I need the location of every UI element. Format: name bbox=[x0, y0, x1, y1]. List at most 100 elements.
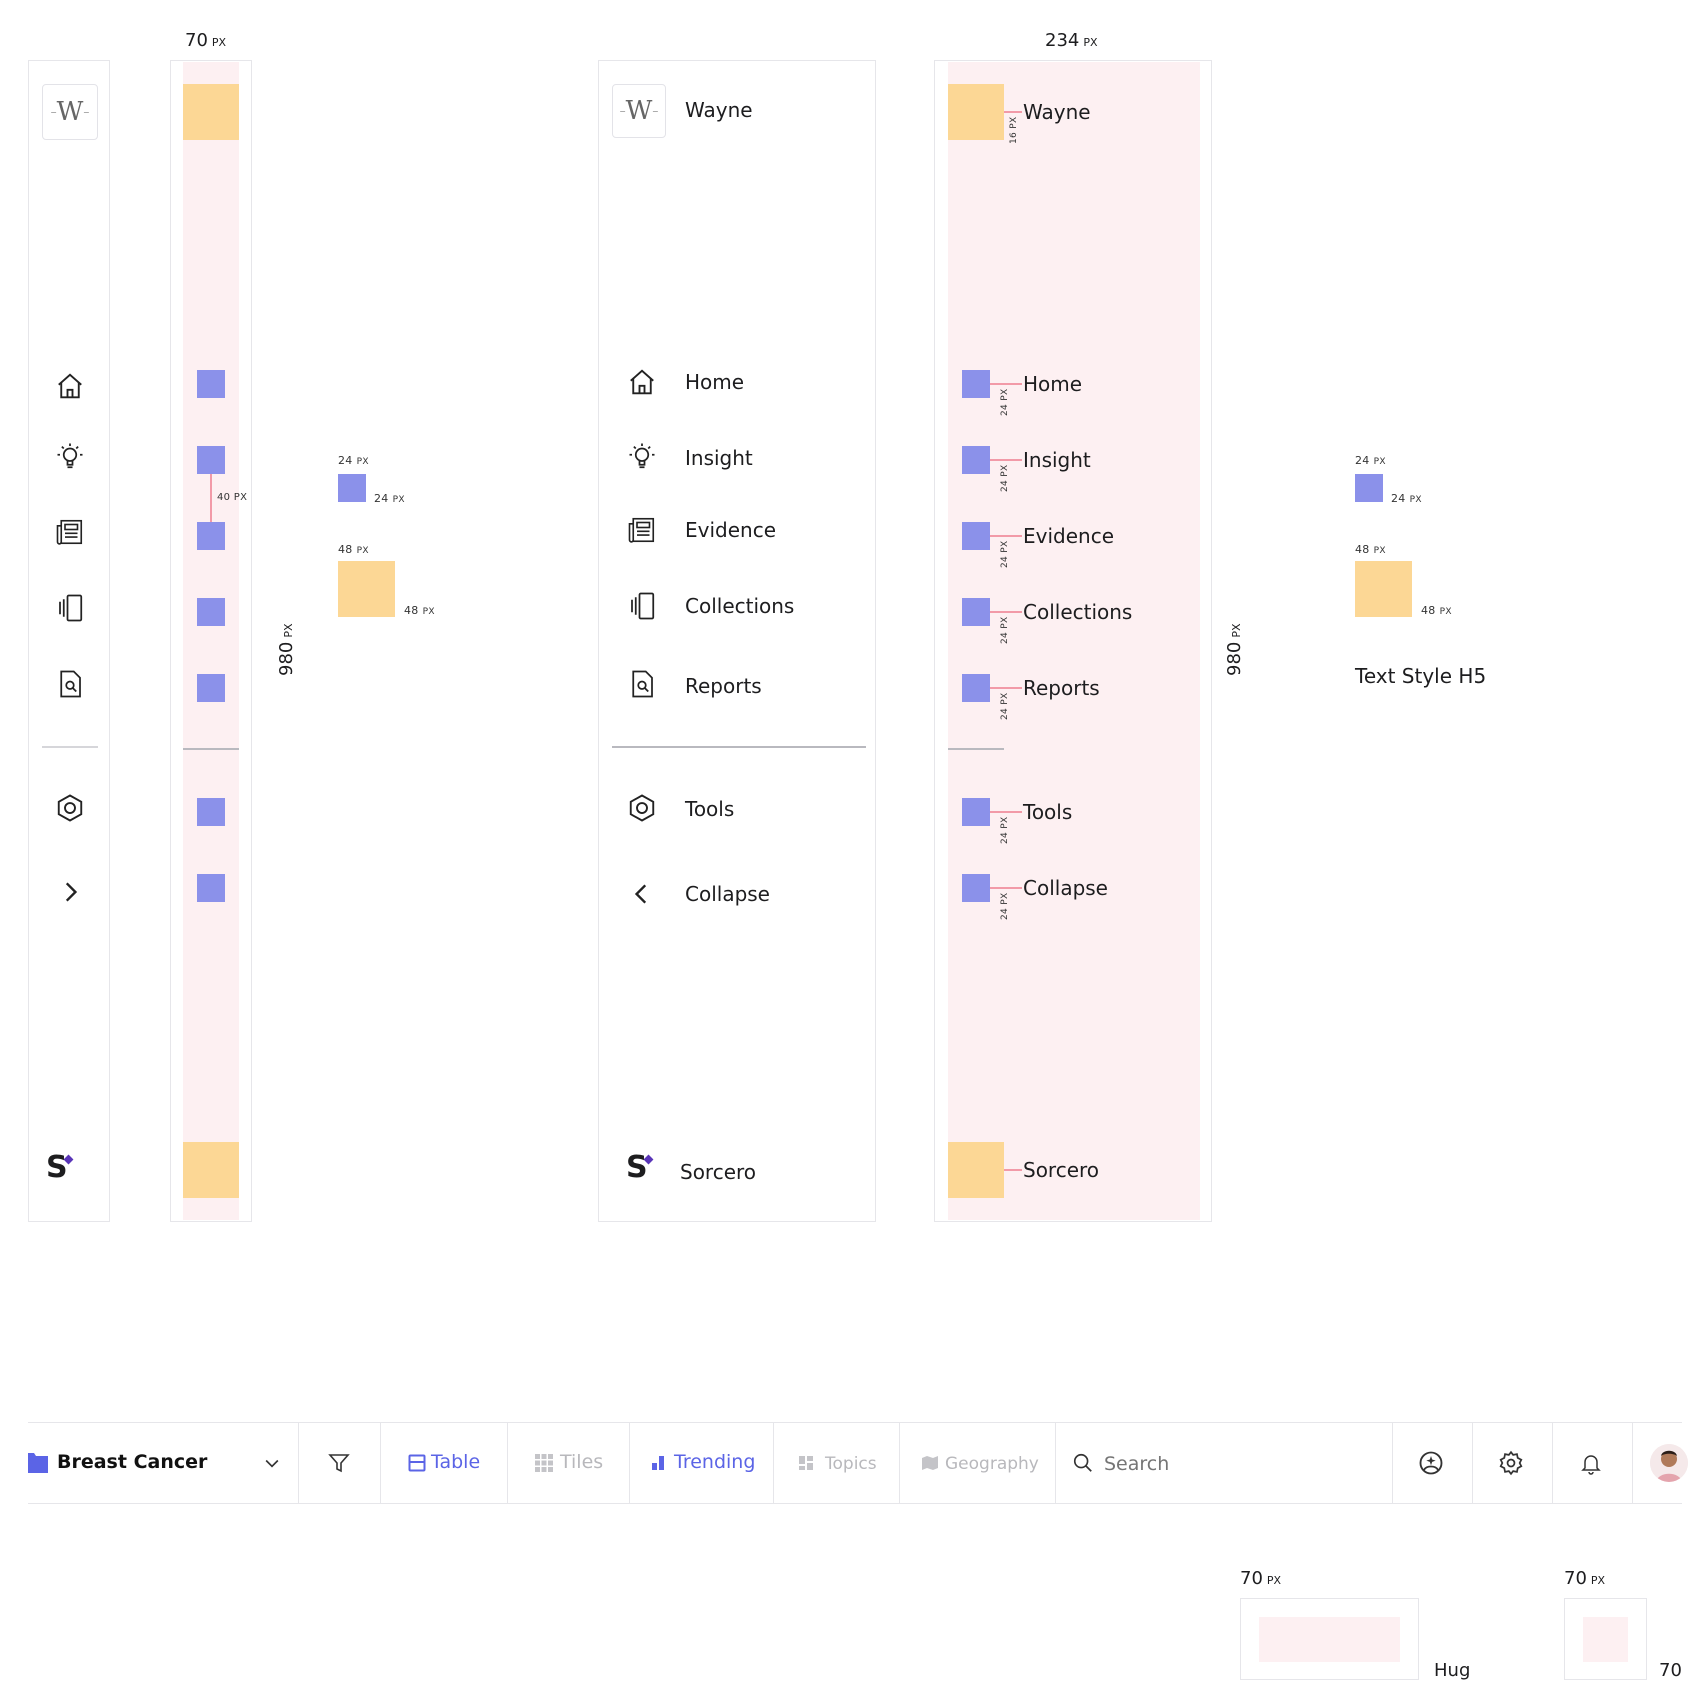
hug-label: Hug bbox=[1434, 1660, 1471, 1681]
nav-item-collections[interactable]: Collections bbox=[685, 594, 794, 618]
icon-spacer bbox=[962, 874, 990, 902]
folder-icon bbox=[28, 1453, 48, 1473]
redline-label-evidence: Evidence bbox=[1023, 524, 1115, 548]
icon-size-label: 24 PX bbox=[338, 454, 369, 467]
icon-spacer bbox=[197, 874, 225, 902]
collections-icon bbox=[626, 590, 658, 622]
collapsed-padding-column bbox=[183, 62, 239, 1220]
toolbar-separator bbox=[1552, 1422, 1553, 1504]
icon-size-swatch bbox=[338, 474, 366, 502]
search-input[interactable] bbox=[1102, 1447, 1386, 1481]
spacing-guide bbox=[990, 687, 1022, 689]
icon-size-label: 24 PX bbox=[374, 492, 405, 505]
table-icon bbox=[407, 1453, 427, 1473]
gap-24-label: 24 PX bbox=[1000, 464, 1010, 492]
hexagon-icon[interactable] bbox=[54, 792, 86, 824]
home-icon[interactable] bbox=[54, 370, 86, 402]
gap-24-label: 24 PX bbox=[1000, 388, 1010, 416]
gap-16-label: 16 PX bbox=[1009, 116, 1019, 144]
footer-spacer bbox=[183, 1142, 239, 1198]
tab-tiles[interactable]: Tiles bbox=[560, 1451, 603, 1473]
spacing-guide bbox=[1004, 111, 1022, 113]
gear-icon[interactable] bbox=[1496, 1448, 1526, 1478]
chevron-down-icon[interactable] bbox=[260, 1451, 284, 1475]
icon-spacer bbox=[197, 798, 225, 826]
avatar[interactable] bbox=[1650, 1444, 1688, 1482]
toolbar-separator bbox=[1472, 1422, 1473, 1504]
fixed-width-label: 70 PX bbox=[1564, 1568, 1606, 1589]
nav-item-reports[interactable]: Reports bbox=[685, 674, 762, 698]
toolbar-separator bbox=[507, 1422, 508, 1504]
gap-24-label: 24 PX bbox=[1000, 892, 1010, 920]
divider bbox=[612, 746, 866, 748]
icon-spacer bbox=[197, 674, 225, 702]
divider bbox=[42, 746, 98, 748]
logo-spacer bbox=[948, 84, 1004, 140]
collapsed-sidebar bbox=[28, 60, 110, 1222]
map-icon bbox=[921, 1455, 939, 1471]
collections-icon[interactable] bbox=[54, 592, 86, 624]
icon-spacer bbox=[197, 446, 225, 474]
nav-item-home[interactable]: Home bbox=[685, 370, 744, 394]
nav-item-evidence[interactable]: Evidence bbox=[685, 518, 776, 542]
home-icon bbox=[626, 366, 658, 398]
nav-item-insight[interactable]: Insight bbox=[685, 446, 753, 470]
nav-item-tools[interactable]: Tools bbox=[685, 797, 734, 821]
topics-icon bbox=[798, 1455, 814, 1471]
logo-size-swatch bbox=[1355, 561, 1412, 617]
tab-trending[interactable]: Trending bbox=[674, 1451, 755, 1473]
icon-spacer bbox=[962, 598, 990, 626]
spacing-guide bbox=[990, 383, 1022, 385]
icon-spacer bbox=[962, 370, 990, 398]
footer-brand-redline: Sorcero bbox=[1023, 1158, 1100, 1182]
redline-label-reports: Reports bbox=[1023, 676, 1100, 700]
icon-size-swatch bbox=[1355, 474, 1383, 502]
gap-24-label: 24 PX bbox=[1000, 816, 1010, 844]
nav-item-collapse[interactable]: Collapse bbox=[685, 882, 770, 906]
icon-spacer bbox=[962, 798, 990, 826]
fixed-size-label: 70 bbox=[1659, 1660, 1682, 1681]
toolbar-separator bbox=[1055, 1422, 1056, 1504]
text-style-label: Text Style H5 bbox=[1355, 664, 1487, 688]
collapsed-width-label: 70 PX bbox=[185, 30, 227, 51]
fixed-fill bbox=[1583, 1617, 1628, 1662]
workspace-logo[interactable]: – W – bbox=[612, 84, 666, 138]
toolbar-separator bbox=[899, 1422, 900, 1504]
lightbulb-icon[interactable] bbox=[54, 440, 86, 472]
sorcero-logo: S bbox=[46, 1150, 68, 1185]
toolbar-separator bbox=[1632, 1422, 1633, 1504]
toolbar-separator bbox=[629, 1422, 630, 1504]
tab-geography[interactable]: Geography bbox=[945, 1454, 1039, 1474]
spacing-guide bbox=[990, 611, 1022, 613]
tab-table[interactable]: Table bbox=[431, 1451, 480, 1473]
report-search-icon bbox=[626, 668, 658, 700]
collapsed-height-label: 980PX bbox=[276, 623, 297, 676]
expanded-sidebar bbox=[598, 60, 876, 1222]
gap-40-label: 40 PX bbox=[217, 492, 248, 503]
workspace-logo[interactable]: – W – bbox=[42, 84, 98, 140]
sorcero-logo: S bbox=[626, 1150, 648, 1185]
icon-spacer bbox=[962, 674, 990, 702]
trending-icon bbox=[651, 1455, 667, 1471]
spacing-guide bbox=[990, 535, 1022, 537]
redline-label-collapse: Collapse bbox=[1023, 876, 1108, 900]
chevron-left-icon bbox=[626, 878, 658, 910]
report-search-icon[interactable] bbox=[54, 668, 86, 700]
bell-icon[interactable] bbox=[1576, 1448, 1606, 1478]
expanded-width-label: 234 PX bbox=[1045, 30, 1098, 51]
toolbar-separator bbox=[773, 1422, 774, 1504]
ai-assistant-icon[interactable] bbox=[1416, 1448, 1446, 1478]
gap-24-label: 24 PX bbox=[1000, 616, 1010, 644]
footer-spacer bbox=[948, 1142, 1004, 1198]
logo-size-label: 48 PX bbox=[338, 543, 369, 556]
chevron-right-icon[interactable] bbox=[54, 876, 86, 908]
tab-topics[interactable]: Topics bbox=[825, 1454, 877, 1474]
gap-24-label: 24 PX bbox=[1000, 540, 1010, 568]
footer-brand: Sorcero bbox=[680, 1160, 757, 1184]
filter-icon[interactable] bbox=[326, 1450, 352, 1476]
toolbar-separator bbox=[298, 1422, 299, 1504]
icon-spacer bbox=[197, 370, 225, 398]
newspaper-icon[interactable] bbox=[54, 516, 86, 548]
project-name[interactable]: Breast Cancer bbox=[57, 1451, 207, 1473]
logo-spacer bbox=[183, 84, 239, 140]
